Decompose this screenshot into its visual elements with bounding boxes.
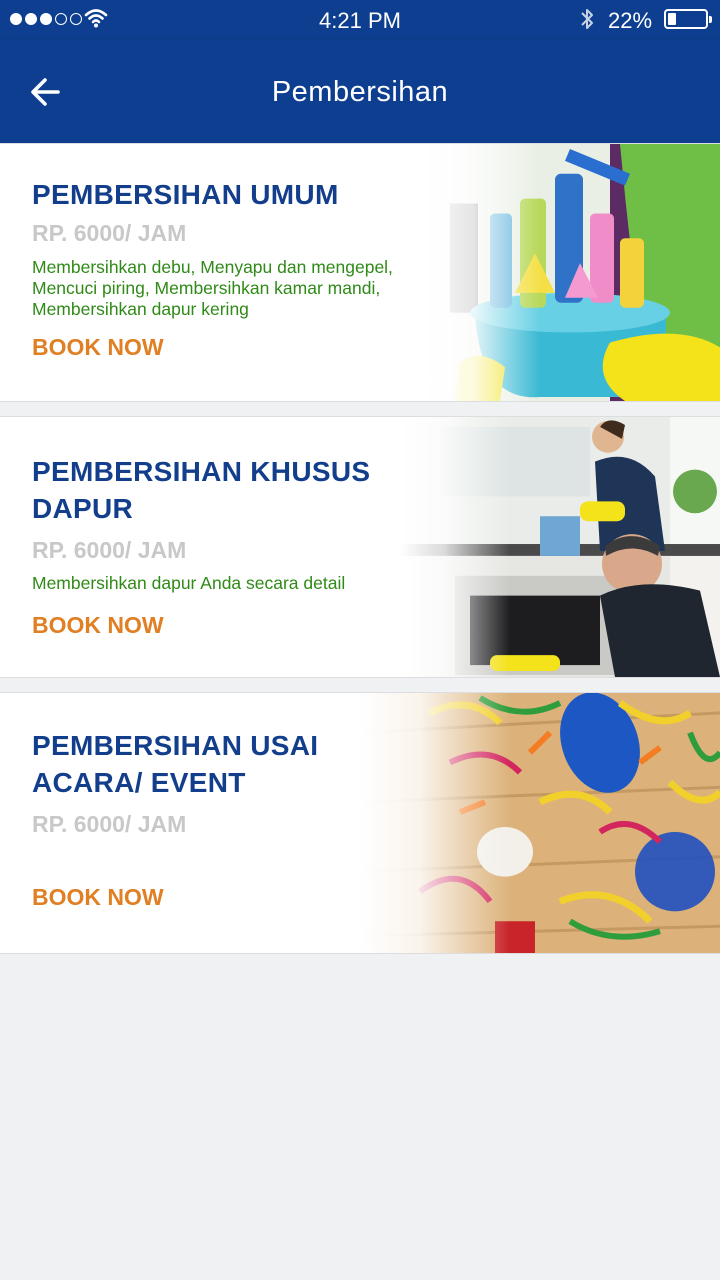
book-now-button[interactable]: BOOK NOW	[32, 884, 164, 911]
page-title: Pembersihan	[271, 76, 449, 108]
service-price: RP. 6000/ JAM	[32, 220, 187, 246]
image-fade	[400, 417, 510, 677]
service-price: RP. 6000/ JAM	[32, 537, 187, 563]
service-price: RP. 6000/ JAM	[32, 811, 187, 837]
status-bar: 4:21 PM 22%	[0, 0, 720, 40]
book-now-button[interactable]: BOOK NOW	[32, 612, 164, 639]
bluetooth-icon	[579, 6, 595, 37]
service-title: PEMBERSIHAN USAI ACARA/ EVENT	[32, 730, 319, 798]
image-fade	[360, 693, 510, 953]
service-card-general[interactable]: PEMBERSIHAN UMUM RP. 6000/ JAM Membersih…	[0, 143, 720, 402]
battery-icon	[664, 9, 712, 29]
battery-percent: 22%	[608, 8, 653, 33]
service-title: PEMBERSIHAN UMUM	[32, 179, 339, 210]
battery-fill	[668, 13, 676, 25]
book-now-button[interactable]: BOOK NOW	[32, 334, 164, 361]
app-bar: Pembersihan	[0, 40, 720, 143]
service-description: Membersihkan dapur Anda secara detail	[32, 573, 346, 593]
service-card-kitchen[interactable]: PEMBERSIHAN KHUSUS DAPUR RP. 6000/ JAM M…	[0, 416, 720, 678]
service-title: PEMBERSIHAN KHUSUS DAPUR	[32, 456, 371, 524]
service-card-event[interactable]: PEMBERSIHAN USAI ACARA/ EVENT RP. 6000/ …	[0, 692, 720, 954]
image-fade	[420, 144, 540, 401]
service-description: Membersihkan debu, Menyapu dan mengepel,…	[32, 257, 393, 319]
